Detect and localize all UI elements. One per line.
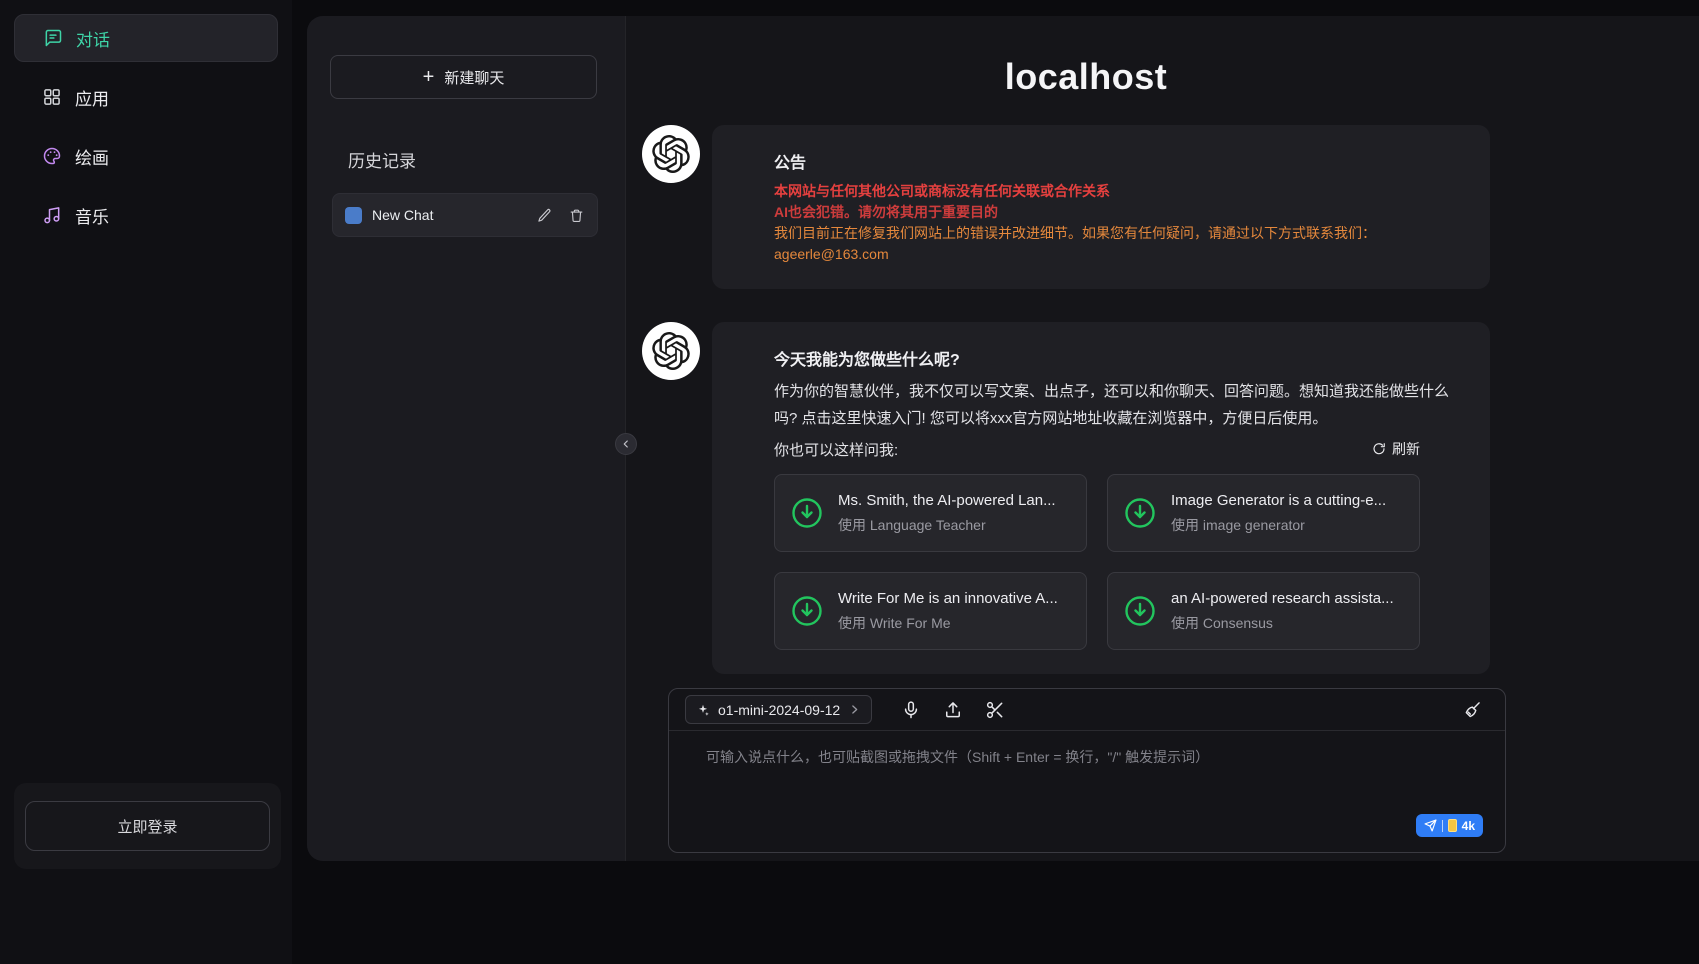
clear-context-button[interactable] xyxy=(1455,693,1489,727)
welcome-bubble: 今天我能为您做些什么呢? 作为你的智慧伙伴，我不仅可以写文案、出点子，还可以和你… xyxy=(712,322,1490,674)
announcement-line-3: 我们目前正在修复我们网站上的错误并改进细节。如果您有任何疑问，请通过以下方式联系… xyxy=(774,223,1462,244)
plus-icon: + xyxy=(423,67,435,87)
announcement-line-1: 本网站与任何其他公司或商标没有任何关联或合作关系 xyxy=(774,181,1462,202)
sidebar-item-label: 音乐 xyxy=(75,203,109,228)
prompt-card[interactable]: Write For Me is an innovative A... 使用 Wr… xyxy=(774,572,1087,650)
chat-list-panel: + 新建聊天 历史记录 New Chat xyxy=(307,16,626,861)
welcome-body: 作为你的智慧伙伴，我不仅可以写文案、出点子，还可以和你聊天、回答问题。想知道我还… xyxy=(774,378,1462,432)
sidebar-item-music[interactable]: 音乐 xyxy=(14,191,278,239)
sidebar-item-label: 对话 xyxy=(76,26,110,51)
announcement-bubble: 公告 本网站与任何其他公司或商标没有任何关联或合作关系 AI也会犯错。请勿将其用… xyxy=(712,125,1490,289)
send-icon xyxy=(1424,819,1437,832)
screenshot-crop-button[interactable] xyxy=(978,693,1012,727)
prompt-suggestions-grid: Ms. Smith, the AI-powered Lan... 使用 Lang… xyxy=(774,474,1462,650)
chevron-right-icon xyxy=(848,703,861,716)
music-note-icon xyxy=(42,205,62,225)
prompt-subtitle: 使用 Language Teacher xyxy=(838,515,1056,535)
new-chat-label: 新建聊天 xyxy=(444,67,504,88)
page-title: localhost xyxy=(626,56,1546,98)
chat-input[interactable] xyxy=(706,747,1485,809)
download-circle-icon xyxy=(789,495,825,531)
collapse-sidebar-button[interactable] xyxy=(615,433,637,455)
sidebar-item-apps[interactable]: 应用 xyxy=(14,73,278,121)
prompt-title: Image Generator is a cutting-e... xyxy=(1171,492,1386,509)
microphone-button[interactable] xyxy=(894,693,928,727)
composer-input-area: 4k xyxy=(669,731,1505,852)
announcement-heading: 公告 xyxy=(774,149,1462,173)
login-button[interactable]: 立即登录 xyxy=(25,801,270,851)
prompt-card[interactable]: Image Generator is a cutting-e... 使用 ima… xyxy=(1107,474,1420,552)
token-count: 4k xyxy=(1462,819,1475,833)
sidebar-item-label: 绘画 xyxy=(75,144,109,169)
download-circle-icon xyxy=(1122,593,1158,629)
sidebar-item-drawing[interactable]: 绘画 xyxy=(14,132,278,180)
history-item[interactable]: New Chat xyxy=(332,193,598,237)
scissors-icon xyxy=(985,700,1005,720)
badge-divider xyxy=(1442,820,1443,832)
composer: o1-mini-2024-09-12 xyxy=(668,688,1506,853)
contact-email-link[interactable]: ageerle@163.com xyxy=(774,244,889,265)
battery-icon xyxy=(1448,819,1457,832)
send-token-badge[interactable]: 4k xyxy=(1416,814,1483,837)
prompt-subtitle: 使用 Consensus xyxy=(1171,613,1394,633)
prompt-subtitle: 使用 Write For Me xyxy=(838,613,1058,633)
prompt-card[interactable]: an AI-powered research assista... 使用 Con… xyxy=(1107,572,1420,650)
refresh-prompts-button[interactable]: 刷新 xyxy=(1372,439,1420,459)
composer-toolbar: o1-mini-2024-09-12 xyxy=(669,689,1505,731)
chat-bubble-icon xyxy=(43,28,63,48)
announcement-line-2: AI也会犯错。请勿将其用于重要目的 xyxy=(774,202,1462,223)
palette-icon xyxy=(42,146,62,166)
edit-icon[interactable] xyxy=(535,206,553,224)
new-chat-button[interactable]: + 新建聊天 xyxy=(330,55,597,99)
microphone-icon xyxy=(901,700,921,720)
chevron-left-icon xyxy=(620,438,632,450)
broom-icon xyxy=(1462,700,1482,720)
assistant-avatar xyxy=(642,125,700,183)
chat-square-icon xyxy=(345,207,362,224)
delete-icon[interactable] xyxy=(567,206,585,224)
prompt-title: Write For Me is an innovative A... xyxy=(838,590,1058,607)
message-announcement: 公告 本网站与任何其他公司或商标没有任何关联或合作关系 AI也会犯错。请勿将其用… xyxy=(642,125,1490,289)
chat-main: localhost 公告 本网站与任何其他公司或商标没有任何关联或合作关系 AI… xyxy=(626,16,1699,861)
sidebar-item-chat[interactable]: 对话 xyxy=(14,14,278,62)
refresh-label: 刷新 xyxy=(1392,439,1420,459)
login-card: 立即登录 xyxy=(14,783,281,869)
openai-logo-icon xyxy=(652,135,690,173)
ask-hint-text: 你也可以这样问我: xyxy=(774,439,898,460)
welcome-heading: 今天我能为您做些什么呢? xyxy=(774,346,1462,370)
app-panel: + 新建聊天 历史记录 New Chat xyxy=(307,16,1699,861)
upload-icon xyxy=(943,700,963,720)
model-selector[interactable]: o1-mini-2024-09-12 xyxy=(685,695,872,724)
prompt-title: Ms. Smith, the AI-powered Lan... xyxy=(838,492,1056,509)
prompt-subtitle: 使用 image generator xyxy=(1171,515,1386,535)
openai-logo-icon xyxy=(652,332,690,370)
refresh-icon xyxy=(1372,442,1386,456)
sparkle-icon xyxy=(696,703,710,717)
download-circle-icon xyxy=(1122,495,1158,531)
upload-button[interactable] xyxy=(936,693,970,727)
model-selector-label: o1-mini-2024-09-12 xyxy=(718,702,840,718)
history-item-title: New Chat xyxy=(372,207,521,223)
sidebar-item-label: 应用 xyxy=(75,85,109,110)
apps-grid-icon xyxy=(42,87,62,107)
prompt-card[interactable]: Ms. Smith, the AI-powered Lan... 使用 Lang… xyxy=(774,474,1087,552)
prompt-title: an AI-powered research assista... xyxy=(1171,590,1394,607)
message-welcome: 今天我能为您做些什么呢? 作为你的智慧伙伴，我不仅可以写文案、出点子，还可以和你… xyxy=(642,322,1490,674)
assistant-avatar xyxy=(642,322,700,380)
download-circle-icon xyxy=(789,593,825,629)
app-sidebar: 对话 应用 绘画 音乐 立即登 xyxy=(0,0,292,964)
history-heading: 历史记录 xyxy=(348,147,416,172)
